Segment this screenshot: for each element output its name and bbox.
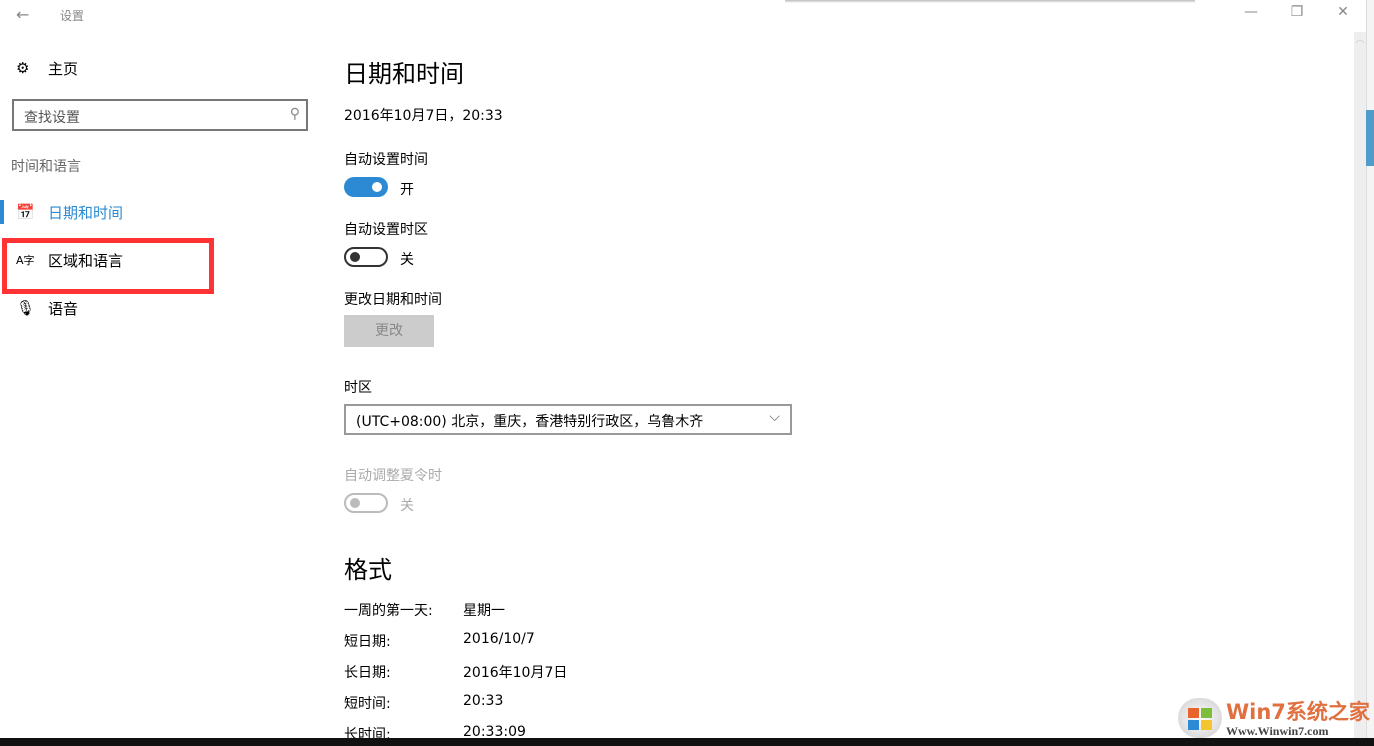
- sidebar-item-label: 语音: [48, 298, 78, 319]
- chevron-down-icon: ⌵: [769, 409, 780, 425]
- search-icon[interactable]: ⚲: [290, 106, 300, 122]
- sidebar-item-date-time[interactable]: 📅 日期和时间: [0, 192, 300, 232]
- background-window-edge: [785, 0, 1195, 3]
- page-title: 日期和时间: [344, 54, 464, 89]
- minimize-button[interactable]: —: [1236, 4, 1266, 26]
- scrollbar[interactable]: ︿: [1354, 32, 1366, 738]
- scroll-up-icon[interactable]: ︿: [1354, 32, 1366, 45]
- current-datetime: 2016年10月7日，20:33: [344, 105, 503, 125]
- windows-logo-icon: [1178, 698, 1222, 738]
- background-window-accent: [1366, 110, 1374, 166]
- auto-timezone-state: 关: [400, 249, 414, 269]
- back-button[interactable]: ←: [16, 5, 29, 24]
- home-label: 主页: [48, 58, 78, 79]
- sidebar-item-home[interactable]: ⚙ 主页: [0, 48, 300, 88]
- format-row: 短日期:2016/10/7: [344, 631, 391, 651]
- search-input[interactable]: 查找设置 ⚲: [12, 99, 308, 131]
- change-button[interactable]: 更改: [344, 315, 434, 347]
- format-title: 格式: [344, 550, 392, 585]
- auto-time-toggle[interactable]: [344, 177, 388, 197]
- format-value: 2016年10月7日: [463, 662, 567, 682]
- change-datetime-label: 更改日期和时间: [344, 289, 442, 309]
- format-value: 2016/10/7: [463, 631, 535, 647]
- format-value: 20:33: [463, 693, 503, 709]
- taskbar: [0, 738, 1374, 746]
- format-key: 短日期:: [344, 634, 391, 650]
- auto-time-label: 自动设置时间: [344, 149, 428, 169]
- window-title: 设置: [60, 7, 84, 24]
- auto-time-state: 开: [400, 179, 414, 199]
- watermark-logo: Win7系统之家 Www.Winwin7.com: [1178, 692, 1368, 738]
- sidebar-item-speech[interactable]: 🎙 语音: [0, 288, 300, 328]
- watermark-brand: Win7系统之家: [1226, 696, 1370, 726]
- format-key: 一周的第一天:: [344, 603, 433, 619]
- sidebar-item-label: 日期和时间: [48, 202, 123, 223]
- format-row: 一周的第一天:星期一: [344, 600, 433, 620]
- format-value: 星期一: [463, 600, 505, 620]
- close-button[interactable]: ✕: [1328, 4, 1358, 26]
- dst-toggle: [344, 493, 388, 513]
- timezone-label: 时区: [344, 377, 372, 397]
- maximize-button[interactable]: ❐: [1282, 4, 1312, 26]
- dst-label: 自动调整夏令时: [344, 465, 442, 485]
- auto-timezone-toggle[interactable]: [344, 247, 388, 267]
- search-placeholder: 查找设置: [24, 110, 80, 126]
- watermark-url: Www.Winwin7.com: [1226, 724, 1328, 739]
- section-heading: 时间和语言: [11, 156, 81, 176]
- format-row: 长日期:2016年10月7日: [344, 662, 391, 682]
- microphone-icon: 🎙: [16, 299, 48, 317]
- auto-timezone-label: 自动设置时区: [344, 219, 428, 239]
- format-key: 短时间:: [344, 696, 391, 712]
- calendar-clock-icon: 📅: [16, 203, 48, 221]
- timezone-select[interactable]: (UTC+08:00) 北京，重庆，香港特别行政区，乌鲁木齐 ⌵: [344, 404, 792, 435]
- dst-state: 关: [400, 495, 414, 515]
- format-row: 短时间:20:33: [344, 693, 391, 713]
- highlight-box: [2, 238, 214, 294]
- format-key: 长日期:: [344, 665, 391, 681]
- timezone-value: (UTC+08:00) 北京，重庆，香港特别行政区，乌鲁木齐: [356, 414, 703, 430]
- gear-icon: ⚙: [16, 59, 48, 77]
